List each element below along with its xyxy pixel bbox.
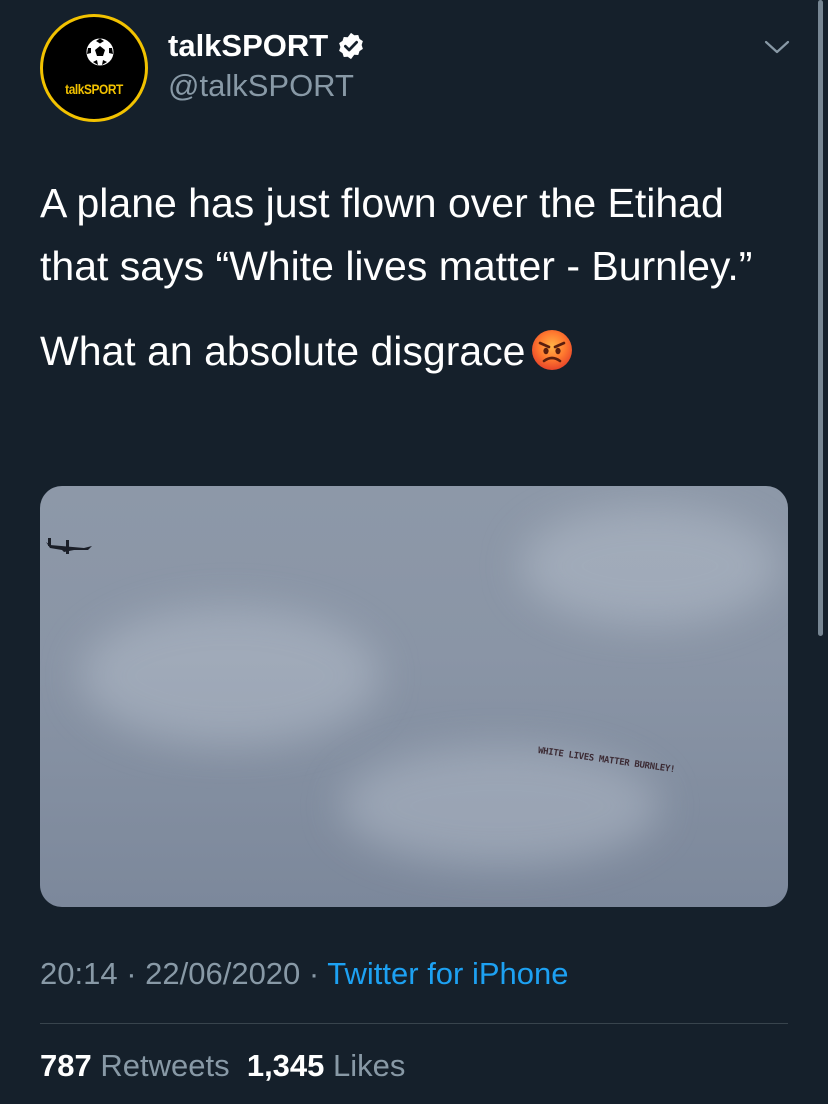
avatar-logo-text: talkSPORT (65, 81, 123, 97)
tweet-detail: talkSPORT talkSPORT @talkSPORT A plane h… (0, 0, 828, 1104)
tweet-date: 22/06/2020 (145, 956, 301, 991)
meta-separator: · (117, 956, 146, 991)
tweet-photo[interactable] (40, 486, 788, 907)
sky-cloud (520, 506, 780, 626)
divider (40, 1023, 788, 1024)
plane-icon (46, 538, 92, 554)
tweet-meta: 20:14 · 22/06/2020 · Twitter for iPhone (40, 956, 569, 992)
tweet-text: A plane has just flown over the Etihad t… (40, 172, 800, 383)
tweet-paragraph-2-text: What an absolute disgrace (40, 328, 526, 374)
chevron-down-icon[interactable] (762, 36, 792, 58)
tweet-stats: 787 Retweets 1,345 Likes (40, 1048, 405, 1084)
verified-badge-icon (339, 32, 364, 60)
tweet-paragraph-1: A plane has just flown over the Etihad t… (40, 180, 753, 289)
author-handle[interactable]: @talkSPORT (168, 68, 354, 104)
retweets-count: 787 (40, 1048, 92, 1083)
likes-link[interactable]: 1,345 Likes (247, 1048, 406, 1083)
angry-face-icon (532, 330, 573, 370)
retweets-label: Retweets (100, 1048, 230, 1083)
tweet-paragraph-2: What an absolute disgrace (40, 320, 800, 383)
meta-separator: · (300, 956, 328, 991)
author-display-name[interactable]: talkSPORT (168, 28, 328, 64)
scrollbar[interactable] (818, 0, 823, 636)
tweet-source-link[interactable]: Twitter for iPhone (327, 956, 568, 991)
football-icon (85, 37, 115, 67)
sky-cloud (80, 606, 380, 746)
likes-label: Likes (333, 1048, 406, 1083)
avatar-logo: talkSPORT (49, 23, 139, 113)
tweet-time: 20:14 (40, 956, 118, 991)
author-name-row[interactable]: talkSPORT (168, 28, 366, 64)
likes-count: 1,345 (246, 1048, 325, 1083)
avatar[interactable]: talkSPORT (40, 14, 148, 122)
retweets-link[interactable]: 787 Retweets (40, 1048, 230, 1083)
